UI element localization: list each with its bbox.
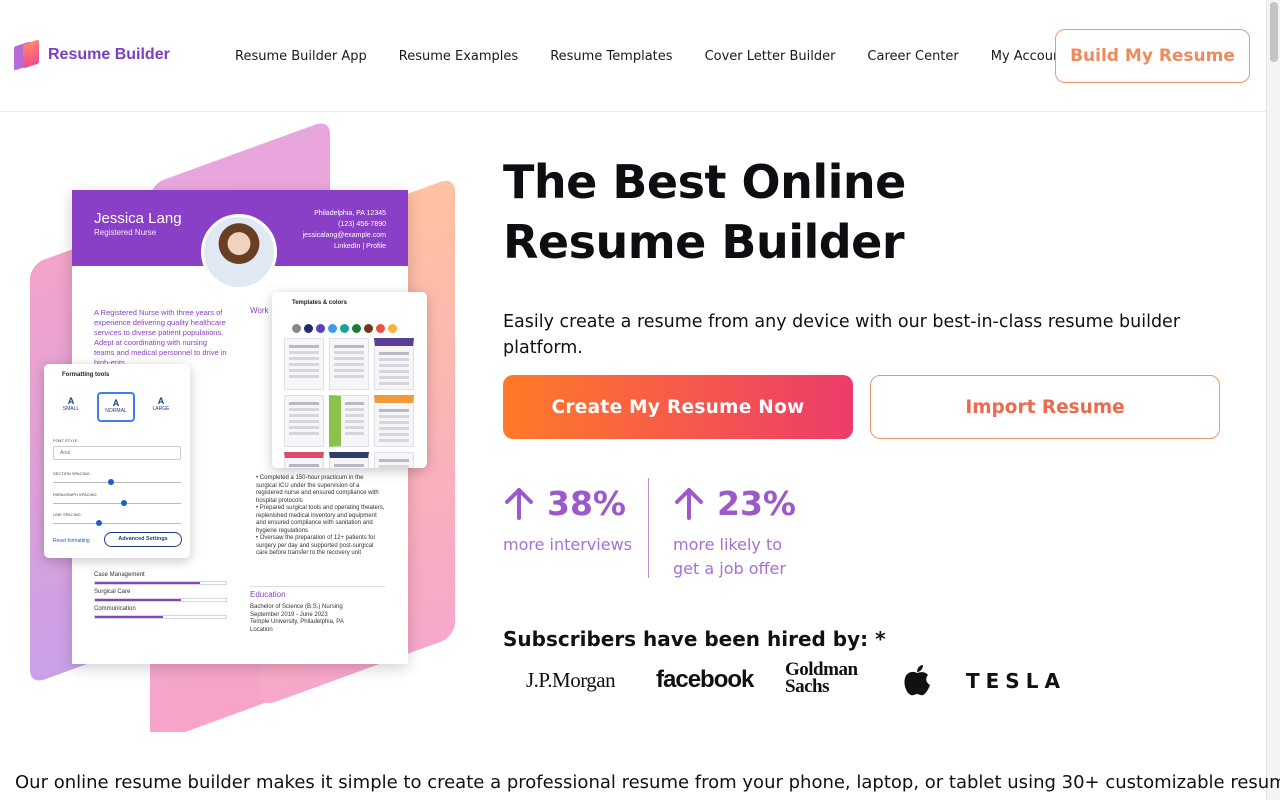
logo[interactable]: Resume Builder bbox=[14, 39, 170, 71]
section-spacing-label: SECTION SPACING bbox=[53, 471, 90, 476]
main-nav: Resume Builder App Resume Examples Resum… bbox=[235, 49, 1098, 64]
stat-divider bbox=[648, 478, 649, 578]
resume-photo bbox=[201, 214, 277, 290]
logo-text: Resume Builder bbox=[48, 46, 170, 63]
size-large-option[interactable]: A LARGE bbox=[142, 392, 180, 422]
nav-cover-letter-builder[interactable]: Cover Letter Builder bbox=[705, 49, 836, 64]
color-swatch[interactable] bbox=[340, 324, 349, 333]
stat-job-offer: 23% more likely to get a job offer bbox=[673, 484, 796, 581]
stat-caption: more interviews bbox=[503, 535, 632, 554]
resume-summary: A Registered Nurse with three years of e… bbox=[94, 308, 227, 367]
resume-bullets: • Completed a 150-hour practicum in the … bbox=[256, 475, 385, 556]
resume-contact: Philadelphia, PA 12345 (123) 456-7890 je… bbox=[302, 210, 386, 250]
apple-logo-icon bbox=[904, 665, 930, 696]
size-normal-option[interactable]: A NORMAL bbox=[97, 392, 135, 422]
advanced-settings-button[interactable]: Advanced Settings bbox=[104, 532, 182, 547]
template-thumb[interactable] bbox=[374, 338, 414, 390]
template-thumb[interactable] bbox=[329, 338, 369, 390]
color-swatch[interactable] bbox=[316, 324, 325, 333]
font-style-select[interactable]: Arial bbox=[53, 446, 181, 460]
line-spacing-label: LINE SPACING bbox=[53, 512, 81, 517]
template-thumb[interactable] bbox=[374, 452, 414, 468]
paragraph-spacing-label: PARAGRAPH SPACING bbox=[53, 492, 97, 497]
stat-interviews: 38% more interviews bbox=[503, 484, 632, 557]
skill-bar bbox=[94, 615, 227, 619]
skill-label: Surgical Care bbox=[94, 589, 131, 595]
divider bbox=[250, 586, 385, 587]
template-thumb[interactable] bbox=[284, 395, 324, 447]
color-swatch[interactable] bbox=[364, 324, 373, 333]
build-my-resume-button[interactable]: Build My Resume bbox=[1055, 29, 1250, 83]
stat-value: 38% bbox=[547, 484, 626, 523]
template-thumbnails bbox=[284, 338, 414, 468]
arrow-up-icon bbox=[675, 487, 703, 520]
nav-resume-builder-app[interactable]: Resume Builder App bbox=[235, 49, 367, 64]
resume-header: Jessica Lang Registered Nurse Philadelph… bbox=[72, 190, 408, 290]
templates-panel-title: Templates & colors bbox=[292, 300, 347, 306]
template-thumb[interactable] bbox=[374, 395, 414, 447]
color-swatch[interactable] bbox=[328, 324, 337, 333]
hired-by-heading: Subscribers have been hired by: * bbox=[503, 627, 886, 651]
templates-colors-panel: Templates & colors bbox=[272, 292, 427, 468]
hero-title: The Best Online Resume Builder bbox=[503, 155, 906, 269]
paragraph-spacing-slider[interactable] bbox=[53, 500, 181, 506]
formatting-tools-panel: Formatting tools A SMALL A NORMAL A LARGE F… bbox=[44, 364, 190, 558]
skill-label: Communication bbox=[94, 606, 136, 612]
stat-value: 23% bbox=[717, 484, 796, 523]
color-swatches bbox=[292, 324, 397, 333]
nav-resume-templates[interactable]: Resume Templates bbox=[550, 49, 672, 64]
resume-work-heading: Work bbox=[250, 306, 269, 315]
color-swatch[interactable] bbox=[292, 324, 301, 333]
site-header: Resume Builder Resume Builder App Resume… bbox=[0, 0, 1266, 112]
color-swatch[interactable] bbox=[352, 324, 361, 333]
resume-name: Jessica Lang bbox=[94, 210, 182, 227]
hero-subtitle: Easily create a resume from any device w… bbox=[503, 312, 1181, 358]
resume-role: Registered Nurse bbox=[94, 228, 157, 237]
size-small-option[interactable]: A SMALL bbox=[52, 392, 90, 422]
skill-bar bbox=[94, 581, 227, 585]
font-style-label: FONT STYLE bbox=[53, 438, 78, 443]
skill-label: Case Management bbox=[94, 572, 145, 578]
hero-illustration: Jessica Lang Registered Nurse Philadelph… bbox=[0, 112, 480, 732]
intro-paragraph: Our online resume builder makes it simpl… bbox=[15, 772, 1280, 793]
facebook-logo: facebook bbox=[656, 666, 754, 693]
import-resume-button[interactable]: Import Resume bbox=[870, 375, 1220, 439]
template-thumb[interactable] bbox=[284, 452, 324, 468]
logo-icon bbox=[14, 39, 40, 71]
nav-resume-examples[interactable]: Resume Examples bbox=[399, 49, 518, 64]
template-thumb[interactable] bbox=[329, 395, 369, 447]
section-spacing-slider[interactable] bbox=[53, 479, 181, 485]
scrollbar-thumb[interactable] bbox=[1270, 2, 1278, 62]
nav-career-center[interactable]: Career Center bbox=[867, 49, 958, 64]
jpmorgan-logo: J.P.Morgan bbox=[526, 668, 616, 692]
resume-education-heading: Education bbox=[250, 590, 286, 599]
create-my-resume-button[interactable]: Create My Resume Now bbox=[503, 375, 853, 439]
tesla-logo: TESLA bbox=[966, 669, 1066, 693]
skill-bar bbox=[94, 598, 227, 602]
resume-education: Bachelor of Science (B.S.) Nursing Septe… bbox=[250, 604, 344, 633]
color-swatch[interactable] bbox=[376, 324, 385, 333]
color-swatch[interactable] bbox=[388, 324, 397, 333]
line-spacing-slider[interactable] bbox=[53, 520, 181, 526]
reset-formatting-link[interactable]: Reset formatting bbox=[53, 538, 90, 544]
page-scrollbar[interactable] bbox=[1266, 0, 1280, 800]
color-swatch[interactable] bbox=[304, 324, 313, 333]
template-thumb[interactable] bbox=[329, 452, 369, 468]
goldman-sachs-logo: Goldman Sachs bbox=[785, 659, 858, 697]
template-thumb[interactable] bbox=[284, 338, 324, 390]
stat-caption: more likely to get a job offer bbox=[673, 535, 786, 578]
arrow-up-icon bbox=[505, 487, 533, 520]
formatting-panel-title: Formatting tools bbox=[62, 372, 110, 378]
